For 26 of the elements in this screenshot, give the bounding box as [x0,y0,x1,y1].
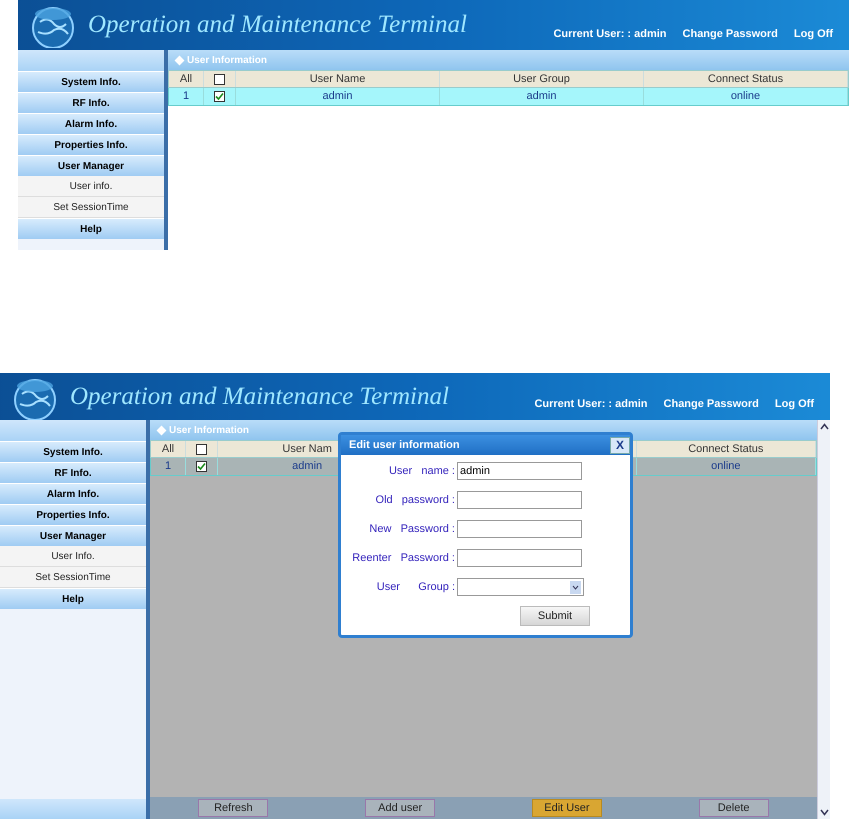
table-cell-text: admin [526,89,556,104]
column-header: User Group [513,72,570,87]
field-label: Reenter Password : [351,550,456,566]
dialog-title: Edit user information [349,438,460,453]
table-cell-text: 1 [182,89,190,104]
table-cell-text: 1 [164,459,172,474]
table-cell-text: online [730,89,760,104]
panel-title: User Information [169,424,250,438]
current-user-label: Current User: : admin [553,26,667,42]
table-cell-text: admin [322,89,352,104]
field-label: Old password : [374,492,456,508]
current-user-label: Current User: : admin [534,396,648,412]
app-title: Operation and Maintenance Terminal [88,10,467,40]
table-cell-text: admin [292,459,322,474]
column-header: All [162,442,174,457]
app-title: Operation and Maintenance Terminal [70,382,449,412]
column-header: User Nam [282,442,332,457]
column-header: All [180,72,192,87]
panel-title: User Information [187,54,268,68]
field-label: New Password : [368,522,456,537]
field-label: User Group : [376,580,456,595]
column-header: Connect Status [708,72,784,87]
column-header: User Name [310,72,366,87]
column-header: Connect Status [688,442,764,457]
field-label: User name : [388,464,456,479]
table-cell-text: online [711,459,740,474]
